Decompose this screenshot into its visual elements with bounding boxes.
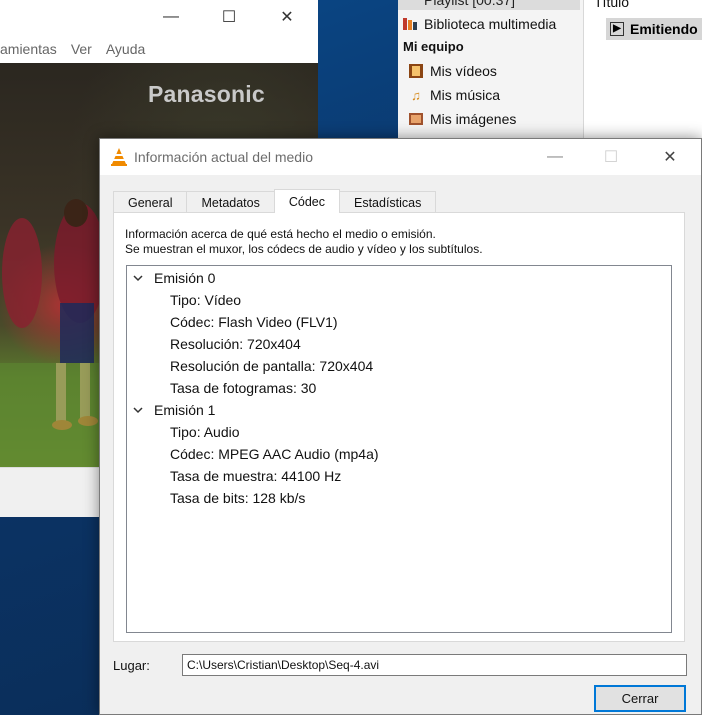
minimize-icon[interactable]: — xyxy=(142,0,200,34)
codec-description: Información acerca de qué está hecho el … xyxy=(125,227,483,257)
tree-detail[interactable]: Resolución: 720x404 xyxy=(170,333,301,355)
playlist-item-playlist[interactable]: Playlist [00:37] xyxy=(398,0,580,10)
playlist-item-label: Biblioteca multimedia xyxy=(424,16,557,32)
tree-detail[interactable]: Tipo: Audio xyxy=(170,421,240,443)
location-label: Lugar: xyxy=(113,658,150,673)
vlc-cone-icon xyxy=(111,148,127,166)
play-indicator-icon: ▶ xyxy=(610,22,624,36)
playlist-item-label: Mis imágenes xyxy=(430,111,517,127)
current-item-label: Emitiendo xyxy=(630,21,698,37)
tree-detail[interactable]: Tasa de muestra: 44100 Hz xyxy=(170,465,341,487)
description-line-2: Se muestran el muxor, los códecs de audi… xyxy=(125,242,483,256)
stream-label: Emisión 1 xyxy=(154,402,216,418)
location-field[interactable]: C:\Users\Cristian\Desktop\Seq-4.avi xyxy=(182,654,687,676)
chevron-down-icon[interactable] xyxy=(131,271,145,285)
tab-codec[interactable]: Códec xyxy=(273,189,340,213)
library-icon xyxy=(402,16,418,32)
codec-tab-panel: Información acerca de qué está hecho el … xyxy=(113,212,685,642)
tab-bar: General Metadatos Códec Estadísticas xyxy=(113,189,437,213)
maximize-icon[interactable]: ☐ xyxy=(200,0,258,34)
menu-herramientas[interactable]: amientas xyxy=(0,41,57,57)
tree-detail[interactable]: Tasa de bits: 128 kb/s xyxy=(170,487,305,509)
tab-metadatos[interactable]: Metadatos xyxy=(186,191,275,213)
minimize-icon[interactable]: — xyxy=(530,139,580,175)
tree-detail[interactable]: Resolución de pantalla: 720x404 xyxy=(170,355,373,377)
playlist-item-label: Mis vídeos xyxy=(430,63,497,79)
playlist-sidebar: Playlist [00:37] Biblioteca multimedia M… xyxy=(398,0,584,140)
tree-detail[interactable]: Tasa de fotogramas: 30 xyxy=(170,377,316,399)
image-icon xyxy=(408,111,424,127)
main-titlebar: — ☐ ✕ xyxy=(0,0,318,34)
close-icon[interactable]: ✕ xyxy=(645,139,695,175)
playlist-current-item[interactable]: ▶ Emitiendo xyxy=(606,18,702,40)
tree-detail[interactable]: Códec: MPEG AAC Audio (mp4a) xyxy=(170,443,379,465)
description-line-1: Información acerca de qué está hecho el … xyxy=(125,227,436,241)
main-menubar: amientas Ver Ayuda xyxy=(0,36,318,62)
maximize-icon[interactable]: ☐ xyxy=(586,139,636,175)
playlist-item-library[interactable]: Biblioteca multimedia xyxy=(402,13,556,35)
tab-estadisticas[interactable]: Estadísticas xyxy=(339,191,437,213)
codec-tree[interactable]: Emisión 0 Tipo: Vídeo Códec: Flash Video… xyxy=(126,265,672,633)
tab-general[interactable]: General xyxy=(113,191,188,213)
dialog-titlebar: Información actual del medio — ☐ ✕ xyxy=(100,139,701,175)
playlist-item-images[interactable]: Mis imágenes xyxy=(408,108,516,130)
playlist-item-label: Mis música xyxy=(430,87,501,103)
dialog-title: Información actual del medio xyxy=(134,149,313,165)
music-icon: ♫ xyxy=(411,87,421,103)
close-icon[interactable]: ✕ xyxy=(258,0,316,34)
tree-detail[interactable]: Tipo: Vídeo xyxy=(170,289,241,311)
section-header-mi-equipo: Mi equipo xyxy=(403,39,464,54)
menu-ver[interactable]: Ver xyxy=(71,41,92,57)
menu-ayuda[interactable]: Ayuda xyxy=(106,41,145,57)
playlist-panel: Playlist [00:37] Biblioteca multimedia M… xyxy=(398,0,702,140)
playlist-column-title[interactable]: Título xyxy=(594,0,629,10)
film-icon xyxy=(408,63,424,79)
tree-stream-1[interactable]: Emisión 1 xyxy=(131,399,215,421)
playlist-item-videos[interactable]: Mis vídeos xyxy=(408,60,497,82)
playlist-item-music[interactable]: ♫ Mis música xyxy=(408,84,500,106)
stream-label: Emisión 0 xyxy=(154,270,216,286)
media-info-dialog: Información actual del medio — ☐ ✕ Gener… xyxy=(99,138,702,715)
close-button[interactable]: Cerrar xyxy=(594,685,686,712)
tree-stream-0[interactable]: Emisión 0 xyxy=(131,267,215,289)
tree-detail[interactable]: Códec: Flash Video (FLV1) xyxy=(170,311,338,333)
chevron-down-icon[interactable] xyxy=(131,403,145,417)
